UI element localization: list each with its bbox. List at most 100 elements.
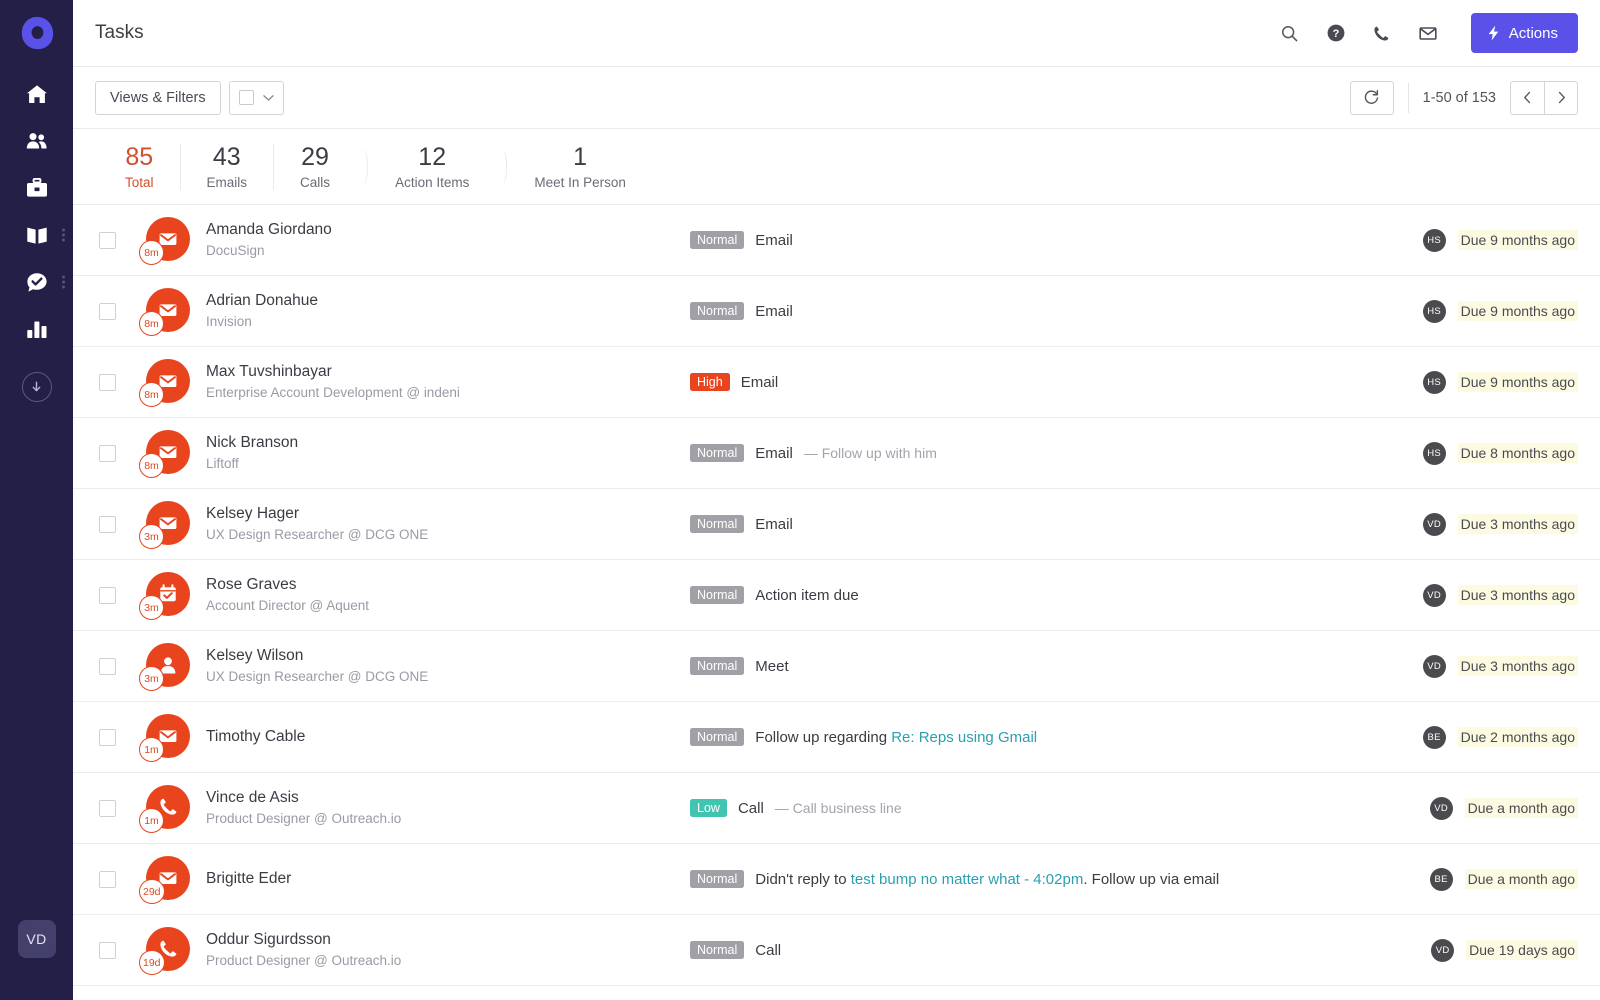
task-meta: HS Due 9 months ago (1422, 299, 1578, 323)
stat-divider (356, 144, 369, 190)
sidebar-item-menu-icon[interactable] (62, 275, 65, 288)
contact-info[interactable]: Kelsey Hager UX Design Researcher @ DCG O… (206, 504, 676, 544)
task-link[interactable]: Re: Reps using Gmail (891, 729, 1037, 746)
task-description: Email (755, 444, 793, 462)
row-checkbox[interactable] (99, 941, 116, 959)
task-meta: HS Due 9 months ago (1422, 370, 1578, 394)
mail-icon[interactable] (1417, 22, 1439, 44)
chevron-down-icon (262, 94, 274, 101)
contact-info[interactable]: Timothy Cable (206, 728, 676, 745)
top-bar: Tasks ? Actions (73, 0, 1600, 67)
refresh-button[interactable] (1349, 80, 1394, 115)
contact-info[interactable]: Adrian Donahue Invision (206, 291, 676, 331)
task-link[interactable]: test bump no matter what - 4:02pm (851, 871, 1084, 888)
contact-info[interactable]: Rose Graves Account Director @ Aquent (206, 575, 676, 615)
actions-button[interactable]: Actions (1470, 13, 1578, 53)
task-row[interactable]: 1m Timothy Cable Normal Follow up regarding… (73, 702, 1600, 773)
contact-name: Rose Graves (206, 576, 297, 594)
task-row[interactable]: 8m Max Tuvshinbayar Enterprise Account Dev… (73, 347, 1600, 418)
stat-meet-in-person[interactable]: 1 Meet In Person (508, 143, 652, 190)
task-detail: Normal Email — Follow up with him (676, 444, 1423, 462)
stat-label: Calls (300, 174, 331, 190)
task-row[interactable]: 8m Amanda Giordano DocuSign Normal Email HS Du… (73, 205, 1600, 276)
contact-info[interactable]: Nick Branson Liftoff (206, 433, 676, 473)
row-checkbox[interactable] (99, 586, 116, 604)
owner-avatar[interactable]: HS (1422, 228, 1446, 252)
contact-info[interactable]: Vince de Asis Product Designer @ Outreach… (206, 788, 676, 828)
refresh-icon (1364, 89, 1379, 104)
row-checkbox[interactable] (99, 657, 116, 675)
divider (1407, 82, 1409, 113)
row-checkbox[interactable] (99, 373, 116, 391)
contact-info[interactable]: Max Tuvshinbayar Enterprise Account Devel… (206, 362, 676, 402)
task-row[interactable]: 3m Kelsey Wilson UX Design Researcher @ DC… (73, 631, 1600, 702)
task-row[interactable]: 3m Rose Graves Account Director @ Aquent No… (73, 560, 1600, 631)
avatar[interactable]: 1m (139, 714, 190, 762)
avatar[interactable]: 3m (139, 643, 190, 691)
row-checkbox[interactable] (99, 515, 116, 533)
avatar[interactable]: 1m (139, 785, 190, 833)
time-badge: 8m (139, 311, 164, 336)
sidebar-item-tasks[interactable] (0, 258, 73, 305)
sidebar-user-avatar[interactable]: VD (17, 920, 56, 958)
row-checkbox[interactable] (99, 231, 116, 249)
stat-action-items[interactable]: 12 Action Items (369, 143, 495, 190)
owner-avatar[interactable]: VD (1429, 796, 1453, 820)
avatar[interactable]: 3m (139, 572, 190, 620)
contact-info[interactable]: Brigitte Eder (206, 870, 676, 887)
owner-avatar[interactable]: HS (1422, 441, 1446, 465)
avatar[interactable]: 8m (139, 217, 190, 265)
owner-avatar[interactable]: VD (1422, 512, 1446, 536)
help-icon[interactable]: ? (1325, 22, 1347, 44)
sidebar-item-briefcase[interactable] (0, 164, 73, 211)
download-circle-icon[interactable] (21, 372, 52, 402)
stat-total[interactable]: 85 Total (99, 143, 180, 190)
next-page-button[interactable] (1544, 80, 1578, 115)
owner-avatar[interactable]: BE (1422, 725, 1446, 749)
app-logo[interactable] (18, 14, 56, 52)
task-row[interactable]: 1m Vince de Asis Product Designer @ Outrea… (73, 773, 1600, 844)
sidebar-item-reports[interactable] (0, 305, 73, 352)
row-checkbox[interactable] (99, 302, 116, 320)
owner-avatar[interactable]: VD (1422, 654, 1446, 678)
avatar[interactable]: 3m (139, 501, 190, 549)
owner-avatar[interactable]: VD (1431, 938, 1455, 962)
search-icon[interactable] (1279, 22, 1301, 44)
row-checkbox[interactable] (99, 444, 116, 462)
task-detail: Normal Meet (676, 657, 1423, 675)
avatar[interactable]: 8m (139, 430, 190, 478)
avatar[interactable]: 19d (139, 927, 190, 975)
svg-text:?: ? (1332, 28, 1339, 40)
task-row[interactable]: 3m Kelsey Hager UX Design Researcher @ DCG… (73, 489, 1600, 560)
task-row[interactable]: 8m Nick Branson Liftoff Normal Email — Follow… (73, 418, 1600, 489)
stat-emails[interactable]: 43 Emails (181, 143, 274, 190)
previous-page-button[interactable] (1510, 80, 1544, 115)
sidebar-item-content[interactable] (0, 211, 73, 258)
avatar[interactable]: 8m (139, 359, 190, 407)
avatar[interactable]: 29d (139, 856, 190, 904)
sidebar-item-menu-icon[interactable] (62, 228, 65, 241)
task-row[interactable]: 19d Oddur Sigurdsson Product Designer @ Ou… (73, 915, 1600, 986)
contact-info[interactable]: Kelsey Wilson UX Design Researcher @ DCG … (206, 646, 676, 686)
sidebar-item-home[interactable] (0, 70, 73, 117)
owner-avatar[interactable]: HS (1422, 299, 1446, 323)
stat-value: 29 (301, 143, 329, 172)
contact-name: Adrian Donahue (206, 292, 319, 310)
owner-avatar[interactable]: HS (1422, 370, 1446, 394)
bulk-select-dropdown[interactable] (228, 80, 284, 115)
views-and-filters-button[interactable]: Views & Filters (95, 80, 221, 115)
owner-avatar[interactable]: BE (1429, 867, 1453, 891)
task-row[interactable]: 29d Brigitte Eder Normal Didn't reply to te… (73, 844, 1600, 915)
task-row[interactable]: 8m Adrian Donahue Invision Normal Email HS Due… (73, 276, 1600, 347)
checkbox-icon[interactable] (238, 90, 254, 105)
contact-info[interactable]: Amanda Giordano DocuSign (206, 220, 676, 260)
stat-calls[interactable]: 29 Calls (274, 143, 356, 190)
row-checkbox[interactable] (99, 870, 116, 888)
sidebar-item-people[interactable] (0, 117, 73, 164)
row-checkbox[interactable] (99, 799, 116, 817)
owner-avatar[interactable]: VD (1422, 583, 1446, 607)
contact-info[interactable]: Oddur Sigurdsson Product Designer @ Outre… (206, 930, 676, 970)
row-checkbox[interactable] (99, 728, 116, 746)
avatar[interactable]: 8m (139, 288, 190, 336)
phone-icon[interactable] (1371, 22, 1393, 44)
